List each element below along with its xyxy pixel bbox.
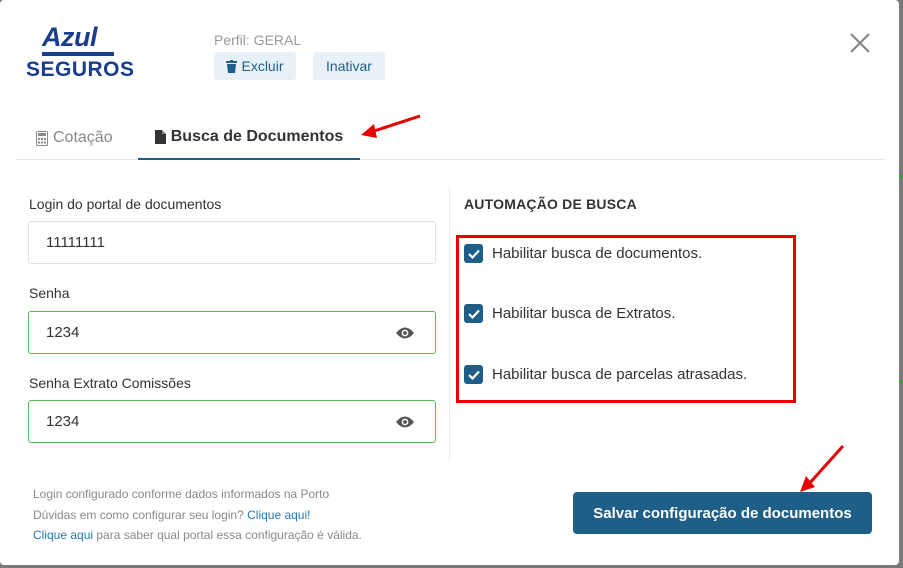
- highlight-box: [456, 235, 796, 403]
- tab-cotacao[interactable]: Cotação: [36, 116, 113, 160]
- automation-title: AUTOMAÇÃO DE BUSCA: [464, 196, 637, 212]
- senha-value: 1234: [46, 324, 80, 341]
- save-config-button[interactable]: Salvar configuração de documentos: [573, 492, 872, 534]
- column-divider: [449, 187, 450, 461]
- login-value: 11111111: [46, 234, 105, 251]
- logo-bottom-text: SEGUROS: [26, 58, 135, 81]
- tab-busca-documentos[interactable]: Busca de Documentos: [138, 116, 360, 160]
- senha-extrato-value: 1234: [46, 413, 80, 430]
- calculator-icon: [36, 130, 48, 146]
- footer-line-2: Dúvidas em como configurar seu login? Cl…: [33, 505, 362, 526]
- edge-marker: [899, 380, 903, 383]
- tab-cotacao-label: Cotação: [53, 129, 113, 146]
- senha-extrato-label: Senha Extrato Comissões: [29, 375, 191, 391]
- senha-label: Senha: [29, 285, 70, 301]
- senha-extrato-input[interactable]: 1234: [28, 400, 436, 443]
- senha-input[interactable]: 1234: [28, 311, 436, 354]
- modal-dialog: Azul SEGUROS Perfil: GERAL Excluir Inati…: [0, 0, 899, 565]
- tab-bar: Cotação Busca de Documentos: [16, 116, 885, 160]
- logo-top-text: Azul: [42, 22, 98, 52]
- excluir-label: Excluir: [241, 58, 284, 74]
- inativar-label: Inativar: [326, 58, 372, 74]
- footer-line-1: Login configurado conforme dados informa…: [33, 487, 330, 501]
- footer-line-3-text: para saber qual portal essa configuração…: [93, 528, 362, 542]
- eye-icon[interactable]: [395, 414, 415, 430]
- document-icon: [154, 130, 166, 144]
- help-link[interactable]: Clique aqui!: [247, 508, 310, 522]
- footer-line-3: Clique aqui para saber qual portal essa …: [33, 525, 362, 546]
- login-input[interactable]: 11111111: [28, 221, 436, 264]
- trash-icon: [226, 59, 238, 73]
- footer-help: Login configurado conforme dados informa…: [33, 484, 362, 546]
- logo-underline: [42, 52, 114, 56]
- eye-icon[interactable]: [395, 325, 415, 341]
- login-label: Login do portal de documentos: [29, 196, 222, 212]
- tab-busca-label: Busca de Documentos: [170, 128, 344, 145]
- portal-link[interactable]: Clique aqui: [33, 528, 93, 542]
- profile-label: Perfil: GERAL: [214, 32, 302, 48]
- edge-marker: [899, 175, 903, 178]
- close-icon[interactable]: [848, 31, 872, 55]
- excluir-button[interactable]: Excluir: [214, 52, 296, 80]
- azul-seguros-logo: Azul SEGUROS: [26, 22, 134, 84]
- footer-line-2-text: Dúvidas em como configurar seu login?: [33, 507, 248, 522]
- inativar-button[interactable]: Inativar: [313, 52, 385, 80]
